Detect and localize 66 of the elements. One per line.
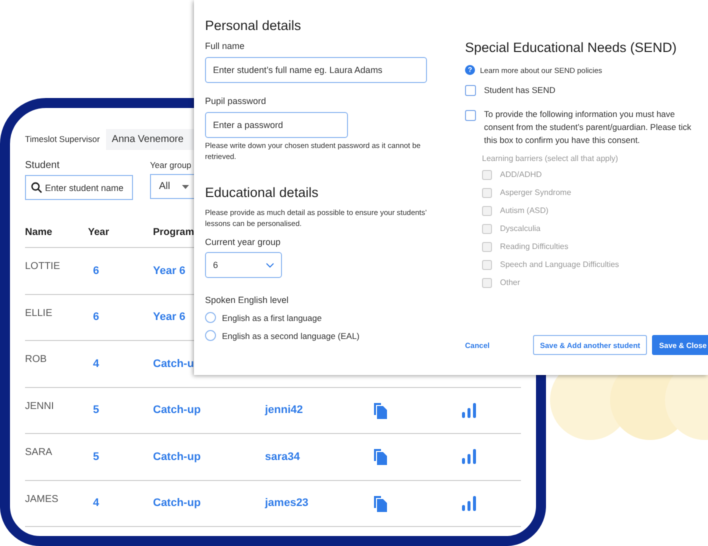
username-cell-text: sara34 [265,450,301,463]
barriers-label: Learning barriers (select all that apply) [482,154,618,163]
consent-checkbox-row[interactable]: To provide the following information you must have consent from the student’s parent/guardian. Please tick this box to confirm you have this consent. [465,110,708,147]
checkbox-label: Other [500,277,520,289]
column-header: Program [153,227,196,238]
student-name: ELLIE [25,308,54,319]
student-search-field[interactable]: Enter student name [25,175,133,200]
radio-label: English as a second language (EAL) [222,330,360,340]
radio-button[interactable] [205,312,216,323]
chevron-down-icon [266,262,274,268]
documents-icon[interactable] [373,402,388,419]
year-group-label: Year group [150,160,192,170]
checkbox-label: Reading Difficulties [500,241,568,253]
column-header: Year [88,227,110,238]
year-cell-text: 6 [92,264,100,277]
year-cell-text: 6 [92,311,100,324]
radio-button[interactable] [205,330,216,341]
year-cell-text: 4 [92,358,100,370]
student-name: SARA [25,447,54,458]
programme-link[interactable]: Catch-up [153,404,265,416]
supervisor-label: Timeslot Supervisor [25,134,100,144]
student-name: LOTTIE [25,261,62,272]
field-label: Pupil password [205,96,268,106]
student-label: Student [25,160,60,171]
bar-chart-icon[interactable] [462,402,476,418]
radio-label: English as a first language [222,312,322,322]
field-label: Spoken English level [205,295,290,305]
checkbox-label: Autism (ASD) [500,205,548,217]
field-label: Current year group [205,237,282,247]
password-field[interactable]: Enter a password [205,112,348,138]
radio-option[interactable]: English as a second language (EAL) [205,330,465,341]
caret-icon [182,184,190,188]
checkbox[interactable] [465,85,476,96]
bar-chart-icon[interactable] [462,496,476,510]
year-cell-text: 5 [92,404,100,416]
year-cell-text: 4 [92,497,100,509]
checkbox[interactable] [465,110,476,121]
send-checkbox-row[interactable]: Student has SEND [465,84,708,97]
section-heading: Special Educational Needs (SEND) [465,40,678,55]
search-icon [31,182,42,193]
username-cell-text: james23 [265,497,310,509]
radio-option[interactable]: English as a first language [205,312,465,323]
checkbox-label: Speech and Language Difficulties [500,259,620,271]
consent-text: To provide the following information you must have consent from the student’s parent/guardian. Please tick this box to confirm you have this consent. [484,108,692,147]
checkbox-label: Student has SEND [484,84,556,97]
student-name: JENNI [25,400,55,412]
year-cell-text: 5 [92,450,100,463]
checkbox-label: ADD/ADHD [500,169,542,181]
column-header: Name [25,227,54,238]
year-group-select[interactable]: 6 [205,252,282,278]
selected-value: 6 [213,260,218,270]
username-cell-text: jenni42 [265,404,304,416]
section-heading: Educational details [205,185,320,200]
programme-link[interactable]: Catch-up [153,497,265,509]
programme-link[interactable]: Catch-up [153,450,265,463]
documents-icon[interactable] [373,448,388,466]
section-heading: Personal details [205,18,302,33]
checkbox-label: Dyscalculia [500,223,540,235]
documents-icon[interactable] [373,494,388,512]
student-name: JAMES [25,494,60,504]
checkbox-label: Asperger Syndrome [500,187,572,199]
bar-chart-icon[interactable] [462,449,476,464]
supervisor-value: Anna Venemore [106,128,196,150]
full-name-field[interactable]: Enter student’s full name eg. Laura Adams [205,57,427,83]
field-label: Full name [205,41,246,51]
student-name: ROB [25,354,48,366]
